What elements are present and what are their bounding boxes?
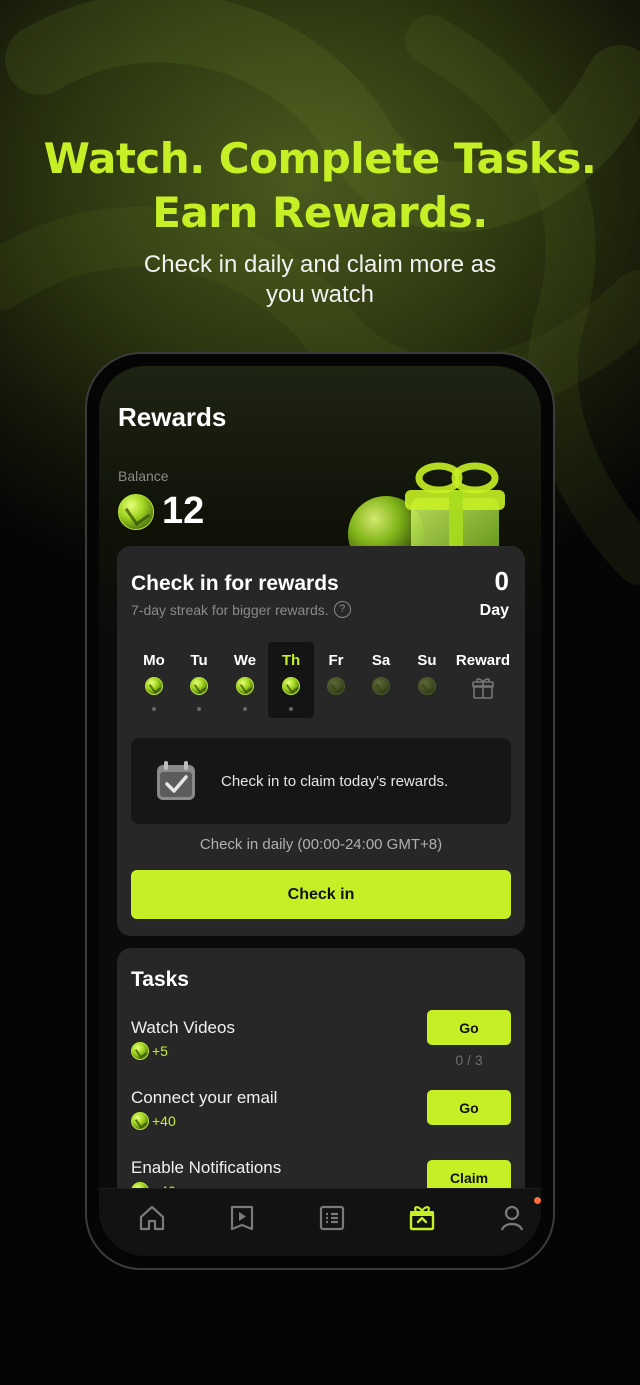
streak-reward[interactable]: Reward	[451, 642, 515, 706]
tab-list[interactable]	[317, 1203, 353, 1239]
day-dot	[197, 707, 201, 711]
connect-email-go-button[interactable]: Go	[427, 1090, 511, 1125]
home-icon	[139, 1205, 165, 1231]
check-in-button[interactable]: Check in	[131, 870, 511, 919]
reward-label: Reward	[455, 652, 511, 669]
day-name: Sa	[371, 652, 391, 669]
coin-icon	[190, 677, 208, 695]
watch-videos-go-button[interactable]: Go	[427, 1010, 511, 1045]
hero-title-line2: Earn Rewards.	[152, 188, 488, 237]
balance-label: Balance	[118, 468, 169, 484]
tab-rewards[interactable]	[407, 1203, 443, 1239]
day-name: Fr	[328, 652, 344, 669]
coin-icon	[131, 1112, 149, 1130]
hero-title: Watch. Complete Tasks. Earn Rewards.	[0, 132, 640, 240]
tab-profile[interactable]	[497, 1197, 541, 1239]
checkin-card: Check in for rewards 7-day streak for bi…	[117, 546, 525, 936]
coin-icon	[282, 677, 300, 695]
streak-day-label: Day	[479, 602, 509, 619]
day-we[interactable]: We	[222, 642, 268, 718]
checkin-notice: Check in to claim today's rewards.	[131, 738, 511, 824]
task-watch-videos: Watch Videos +5 Go 0 / 3	[131, 1010, 511, 1068]
list-icon	[319, 1205, 345, 1231]
weekday-strip: Mo Tu We Th Fr Sa Su Reward	[131, 642, 511, 718]
videos-icon	[230, 1205, 254, 1231]
hero-subtitle: Check in daily and claim more as you wat…	[0, 250, 640, 310]
day-name: We	[233, 652, 257, 669]
coin-icon	[145, 677, 163, 695]
day-sa[interactable]: Sa	[358, 642, 404, 718]
task-connect-email: Connect your email +40 Go	[131, 1088, 511, 1130]
tab-home[interactable]	[137, 1203, 173, 1239]
day-mo[interactable]: Mo	[131, 642, 177, 718]
balance-value: 12	[162, 490, 205, 532]
hero: Watch. Complete Tasks. Earn Rewards. Che…	[0, 132, 640, 310]
streak-day-count: 0	[494, 566, 509, 596]
calendar-check-icon	[157, 761, 195, 800]
balance: 12	[118, 490, 204, 533]
hero-subtitle-line1: Check in daily and claim more as	[143, 251, 497, 278]
page-title: Rewards	[118, 402, 227, 432]
day-dot	[289, 707, 293, 711]
phone-frame: Rewards Balance 12 Check in for rewards …	[85, 352, 555, 1270]
bottom-tab-bar	[99, 1188, 541, 1256]
checkin-subtitle-text: 7-day streak for bigger rewards.	[131, 601, 329, 618]
checkin-title: Check in for rewards	[131, 572, 339, 595]
tab-videos[interactable]	[227, 1203, 263, 1239]
day-su[interactable]: Su	[404, 642, 450, 718]
tasks-title: Tasks	[131, 968, 189, 991]
hero-subtitle-line2: you watch	[265, 281, 375, 308]
task-progress: 0 / 3	[455, 1052, 483, 1068]
checkin-hint: Check in daily (00:00-24:00 GMT+8)	[199, 836, 443, 853]
help-icon[interactable]: ?	[333, 601, 351, 618]
day-tu[interactable]: Tu	[176, 642, 222, 718]
coin-icon	[236, 677, 254, 695]
task-reward-value: +5	[152, 1043, 168, 1059]
coin-icon	[118, 493, 154, 530]
day-name: Mo	[143, 652, 165, 669]
coin-icon	[418, 677, 436, 695]
hero-title-line1: Watch. Complete Tasks.	[43, 134, 597, 183]
task-reward-value: +40	[152, 1113, 176, 1129]
profile-icon	[500, 1205, 524, 1231]
day-fr[interactable]: Fr	[313, 642, 359, 718]
coin-icon	[327, 677, 345, 695]
gift-icon	[472, 678, 494, 699]
checkin-subtitle: 7-day streak for bigger rewards. ?	[131, 601, 351, 618]
notice-text: Check in to claim today's rewards.	[221, 772, 449, 790]
day-name: Tu	[190, 652, 208, 669]
day-dot	[243, 707, 247, 711]
day-name: Su	[417, 652, 437, 669]
coin-icon	[131, 1042, 149, 1060]
day-dot	[152, 707, 156, 711]
coin-icon	[372, 677, 390, 695]
phone-screen: Rewards Balance 12 Check in for rewards …	[99, 366, 541, 1256]
rewards-icon	[409, 1206, 435, 1231]
notification-dot	[534, 1197, 541, 1204]
day-name: Th	[281, 652, 301, 669]
day-th[interactable]: Th	[268, 642, 314, 718]
